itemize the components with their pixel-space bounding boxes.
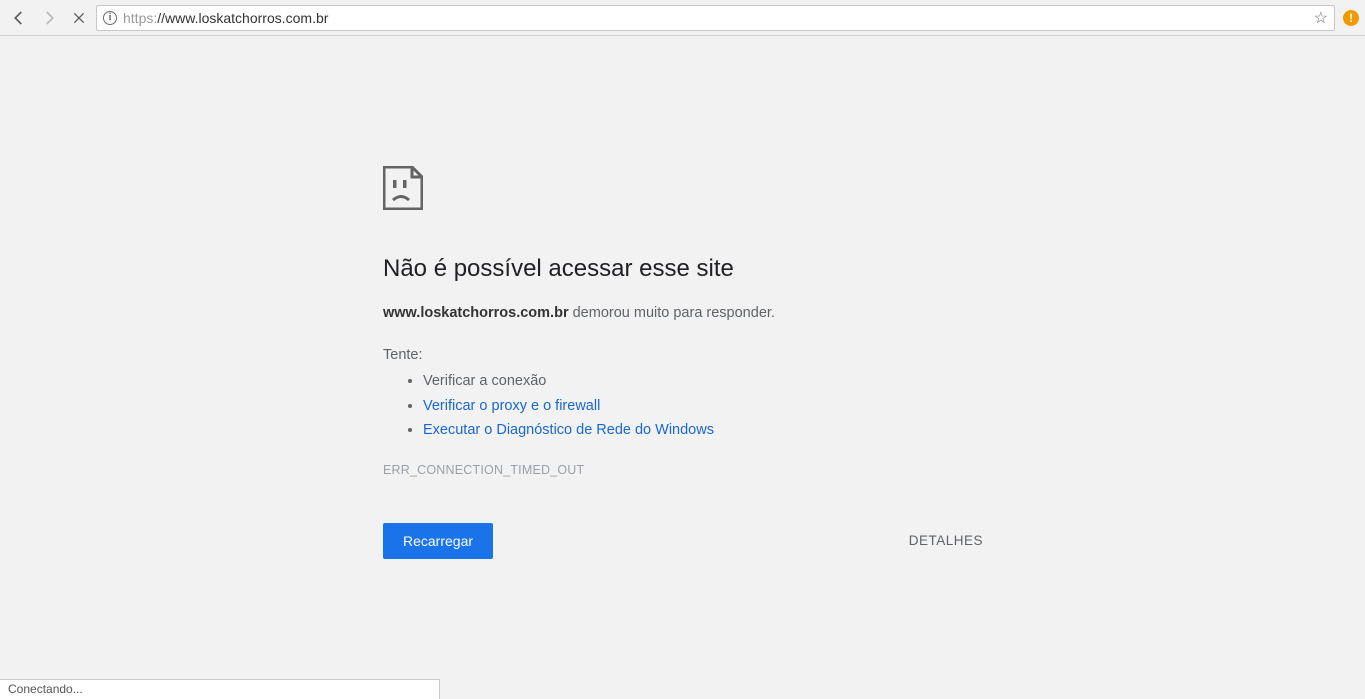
error-code: ERR_CONNECTION_TIMED_OUT <box>383 463 983 477</box>
reload-button[interactable]: Recarregar <box>383 523 493 559</box>
try-label: Tente: <box>383 347 983 363</box>
list-item: Verificar o proxy e o firewall <box>423 394 983 419</box>
list-item: Verificar a conexão <box>423 369 983 394</box>
proxy-firewall-link[interactable]: Verificar o proxy e o firewall <box>423 398 600 414</box>
network-diagnostics-link[interactable]: Executar o Diagnóstico de Rede do Window… <box>423 422 714 438</box>
address-bar[interactable]: i https://www.loskatchorros.com.br ☆ <box>96 5 1335 31</box>
error-message: www.loskatchorros.com.br demorou muito p… <box>383 305 983 321</box>
suggestion-list: Verificar a conexão Verificar o proxy e … <box>423 369 983 443</box>
back-button[interactable] <box>6 5 32 31</box>
error-headline: Não é possível acessar esse site <box>383 255 983 283</box>
browser-toolbar: i https://www.loskatchorros.com.br ☆ ! <box>0 0 1365 36</box>
page-content: Não é possível acessar esse site www.los… <box>0 36 1365 699</box>
status-bar: Conectando... <box>0 679 440 699</box>
button-row: Recarregar DETALHES <box>383 523 983 559</box>
stop-reload-button[interactable] <box>66 5 92 31</box>
site-info-icon[interactable]: i <box>103 11 117 25</box>
details-button[interactable]: DETALHES <box>909 533 983 548</box>
url-text: https://www.loskatchorros.com.br <box>123 10 1308 26</box>
sad-page-icon <box>383 166 983 215</box>
list-item: Executar o Diagnóstico de Rede do Window… <box>423 418 983 443</box>
bookmark-star-icon[interactable]: ☆ <box>1314 8 1328 28</box>
error-container: Não é possível acessar esse site www.los… <box>383 166 983 559</box>
browser-alert-icon[interactable]: ! <box>1343 10 1359 26</box>
forward-button <box>36 5 62 31</box>
